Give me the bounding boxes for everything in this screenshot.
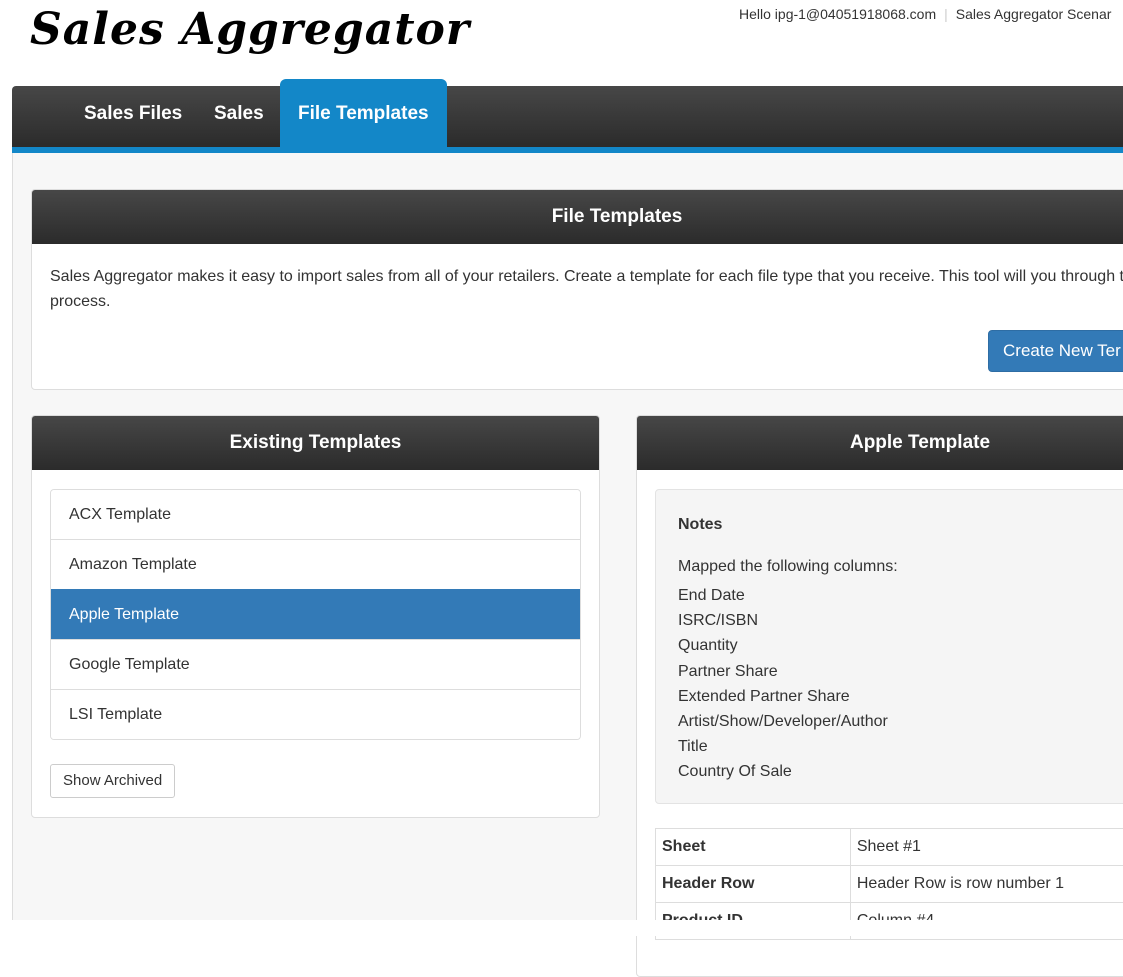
nav-tab-file-templates[interactable]: File Templates — [280, 79, 447, 147]
row-key: Header Row — [656, 866, 851, 903]
mapped-column: Extended Partner Share — [678, 684, 888, 709]
file-templates-panel: File Templates Sales Aggregator makes it… — [31, 189, 1123, 390]
panel-title: Apple Template — [637, 416, 1123, 470]
panel-title: Existing Templates — [32, 416, 599, 470]
template-item-apple[interactable]: Apple Template — [51, 589, 580, 639]
mapped-column: End Date — [678, 583, 888, 608]
user-links: Hello ipg-1@04051918068.com | Sales Aggreg… — [739, 6, 1111, 22]
intro-text: Sales Aggregator makes it easy to import… — [50, 264, 1123, 314]
create-new-template-button[interactable]: Create New Ter — [988, 330, 1123, 372]
mapped-column: Partner Share — [678, 659, 888, 684]
template-detail-panel: Apple Template Notes Mapped the followin… — [636, 415, 1123, 977]
existing-templates-panel: Existing Templates ACX Template Amazon T… — [31, 415, 600, 818]
mapped-column: Quantity — [678, 633, 888, 658]
notes-title: Notes — [678, 516, 722, 534]
table-row: Header Row Header Row is row number 1 — [656, 866, 1123, 903]
page-bottom-edge — [0, 920, 1123, 936]
top-bar: Sales Aggregator Hello ipg-1@04051918068… — [0, 0, 1123, 86]
mapped-column: Artist/Show/Developer/Author — [678, 709, 888, 734]
template-list: ACX Template Amazon Template Apple Templ… — [50, 489, 581, 740]
template-item-acx[interactable]: ACX Template — [51, 490, 580, 539]
user-greeting-link[interactable]: Hello ipg-1@04051918068.com — [739, 6, 936, 22]
mapped-column: Title — [678, 734, 888, 759]
mapped-column: ISRC/ISBN — [678, 608, 888, 633]
show-archived-button[interactable]: Show Archived — [50, 764, 175, 798]
app-logo[interactable]: Sales Aggregator — [30, 4, 470, 55]
nav-tab-sales[interactable]: Sales — [214, 86, 264, 147]
nav-tab-sales-files[interactable]: Sales Files — [84, 86, 182, 147]
template-item-lsi[interactable]: LSI Template — [51, 689, 580, 739]
notes-intro: Mapped the following columns: — [678, 558, 898, 576]
panel-title: File Templates — [32, 190, 1123, 244]
template-item-amazon[interactable]: Amazon Template — [51, 539, 580, 589]
row-value: Sheet #1 — [850, 829, 1123, 866]
main-nav: Sales Files Sales File Templates — [12, 86, 1123, 147]
row-key: Sheet — [656, 829, 851, 866]
separator: | — [944, 6, 948, 22]
row-value: Header Row is row number 1 — [850, 866, 1123, 903]
template-item-google[interactable]: Google Template — [51, 639, 580, 689]
mapped-columns-list: End Date ISRC/ISBN Quantity Partner Shar… — [678, 583, 888, 785]
mapped-column: Country Of Sale — [678, 759, 888, 784]
table-row: Sheet Sheet #1 — [656, 829, 1123, 866]
notes-well: Notes Mapped the following columns: End … — [655, 489, 1123, 804]
context-link[interactable]: Sales Aggregator Scenar — [956, 6, 1112, 22]
